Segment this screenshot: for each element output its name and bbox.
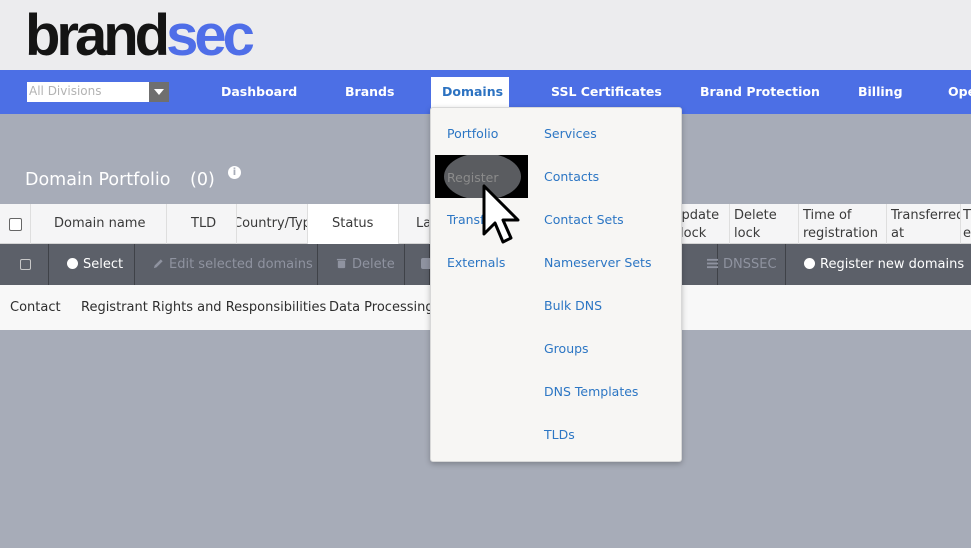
column-time-of-registration[interactable]: Time of registration	[799, 204, 887, 244]
delete-button[interactable]: Delete	[318, 244, 405, 285]
column-last[interactable]: La	[399, 204, 430, 244]
logo-part-sec: sec	[166, 3, 255, 68]
trash-icon	[336, 258, 347, 269]
nav-item-brand-protection[interactable]: Brand Protection	[700, 84, 820, 99]
division-select-value: All Divisions	[29, 84, 102, 98]
select-button[interactable]: Select	[49, 244, 135, 295]
register-new-domains-button[interactable]: Register new domains	[786, 244, 971, 295]
edit-selected-domains-button[interactable]: Edit selected domains	[135, 244, 318, 285]
footer-link-registrant-rights[interactable]: Registrant Rights and Responsibilities	[81, 300, 326, 315]
page-title-text: Domain Portfolio	[25, 170, 171, 190]
column-tld[interactable]: TLD	[167, 204, 237, 244]
menu-item-portfolio[interactable]: Portfolio	[447, 126, 498, 141]
column-status[interactable]: Status	[308, 204, 399, 244]
menu-item-tlds[interactable]: TLDs	[544, 427, 575, 442]
nav-item-ssl-certificates[interactable]: SSL Certificates	[551, 84, 662, 99]
column-update-lock[interactable]: Update lock	[676, 204, 730, 244]
nav-item-operations[interactable]: Ope	[948, 84, 971, 99]
select-button-label: Select	[83, 257, 124, 272]
menu-item-contacts[interactable]: Contacts	[544, 169, 599, 184]
column-truncated[interactable]: T e	[961, 204, 971, 244]
menu-item-bulk-dns[interactable]: Bulk DNS	[544, 298, 602, 313]
delete-button-label: Delete	[352, 257, 395, 272]
info-icon[interactable]: i	[228, 166, 241, 179]
column-delete-lock[interactable]: Delete lock	[730, 204, 799, 244]
menu-item-dns-templates[interactable]: DNS Templates	[544, 384, 638, 399]
list-icon	[707, 258, 718, 269]
pointer-hand-icon	[482, 184, 520, 244]
menu-item-externals[interactable]: Externals	[447, 255, 505, 270]
pencil-icon	[153, 259, 163, 269]
toolbar-select-all[interactable]	[0, 244, 49, 285]
division-select[interactable]: All Divisions	[27, 82, 169, 102]
select-all-checkbox[interactable]	[9, 218, 22, 231]
page-title-count: (0)	[190, 170, 215, 190]
menu-item-groups[interactable]: Groups	[544, 341, 589, 356]
register-new-domains-label: Register new domains	[820, 257, 965, 272]
menu-item-contact-sets[interactable]: Contact Sets	[544, 212, 624, 227]
plus-circle-icon	[804, 254, 815, 295]
nav-item-brands[interactable]: Brands	[345, 84, 394, 99]
dnssec-button-label: DNSSEC	[723, 257, 777, 272]
footer-link-contact[interactable]: Contact	[10, 300, 61, 315]
menu-item-register-label: Register	[447, 170, 499, 185]
menu-item-services[interactable]: Services	[544, 126, 597, 141]
nav-item-dashboard[interactable]: Dashboard	[221, 84, 297, 99]
page-title: Domain Portfolio (0)	[25, 170, 215, 190]
menu-item-nameserver-sets[interactable]: Nameserver Sets	[544, 255, 651, 270]
toolbar-hidden-action[interactable]	[405, 244, 432, 285]
chevron-down-icon[interactable]	[149, 82, 169, 102]
toolbar-checkbox[interactable]	[20, 259, 31, 270]
brandsec-logo[interactable]: brandsec	[25, 3, 255, 68]
dnssec-button[interactable]: DNSSEC	[707, 244, 786, 285]
plus-circle-icon	[67, 254, 78, 295]
footer-link-data-processing[interactable]: Data Processing	[329, 300, 434, 315]
edit-selected-domains-label: Edit selected domains	[169, 257, 313, 272]
column-country-type[interactable]: Country/Type	[237, 204, 308, 244]
nav-item-billing[interactable]: Billing	[858, 84, 903, 99]
nav-item-domains-label[interactable]: Domains	[442, 84, 503, 99]
column-transferred-at[interactable]: Transferred at	[887, 204, 961, 244]
logo-part-brand: brand	[25, 3, 170, 68]
column-domain-name[interactable]: Domain name	[31, 204, 167, 244]
